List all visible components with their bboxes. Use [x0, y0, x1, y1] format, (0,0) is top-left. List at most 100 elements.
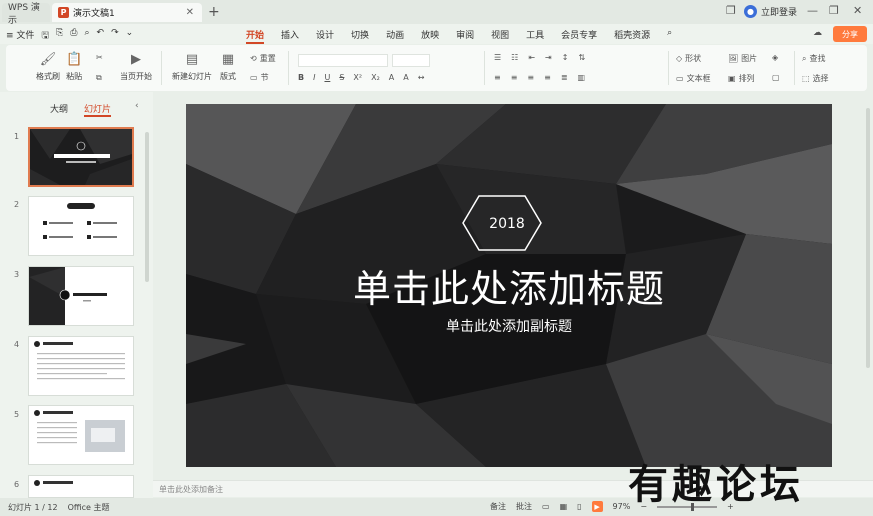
undo-icon[interactable]: ↶ — [97, 28, 105, 44]
format-painter-icon: 🖌 — [39, 52, 57, 67]
slide-thumb-1[interactable] — [28, 127, 134, 187]
strikethrough-icon[interactable]: S — [339, 73, 344, 82]
print-preview-icon[interactable]: ⌕ — [84, 28, 89, 44]
highlight-icon[interactable]: A — [403, 73, 408, 82]
format-painter-button[interactable]: 🖌 格式刷 — [36, 52, 60, 82]
file-menu[interactable]: ≡ 文件 — [6, 28, 34, 44]
superscript-icon[interactable]: X² — [353, 73, 362, 82]
tab-insert[interactable]: 插入 — [281, 28, 299, 44]
minimize-icon[interactable]: — — [807, 4, 818, 17]
font-size-select[interactable] — [392, 54, 430, 67]
increase-indent-icon[interactable]: ⇥ — [545, 53, 552, 62]
align-left-icon[interactable]: ≡ — [494, 73, 501, 82]
window-switch-icon[interactable]: ❐ — [726, 4, 736, 17]
outline-icon[interactable]: ▢ — [772, 73, 780, 82]
numbered-list-icon[interactable]: ☷ — [511, 53, 518, 62]
tab-member[interactable]: 会员专享 — [561, 28, 597, 44]
tab-tools[interactable]: 工具 — [526, 28, 544, 44]
find-button[interactable]: ⌕ 查找 — [802, 53, 825, 64]
slide-title-placeholder[interactable]: 单击此处添加标题 — [186, 258, 832, 313]
decrease-indent-icon[interactable]: ⇤ — [528, 53, 535, 62]
tab-animation[interactable]: 动画 — [386, 28, 404, 44]
align-center-icon[interactable]: ≡ — [511, 73, 518, 82]
normal-view-icon[interactable]: ▭ — [542, 502, 550, 511]
tab-design[interactable]: 设计 — [316, 28, 334, 44]
font-color-icon[interactable]: A — [389, 73, 394, 82]
layout-icon: ▦ — [221, 52, 235, 67]
bullet-list-icon[interactable]: ☰ — [494, 53, 501, 62]
slide-subtitle-placeholder[interactable]: 单击此处添加副标题 — [186, 316, 832, 336]
editor-scrollbar[interactable] — [866, 108, 870, 368]
close-window-icon[interactable]: ✕ — [853, 4, 862, 17]
thumb-number: 1 — [14, 132, 20, 141]
start-current-button[interactable]: ▶ 当页开始 — [120, 52, 152, 82]
fill-icon[interactable]: ◈ — [772, 53, 778, 62]
copy-icon[interactable]: ⧉ — [96, 73, 102, 83]
redo-icon[interactable]: ↷ — [111, 28, 119, 44]
section-icon: ▭ — [250, 73, 258, 82]
tab-outline[interactable]: 大纲 — [50, 102, 68, 117]
login-button[interactable]: ● 立即登录 — [744, 5, 797, 18]
ribbon-tabs: 开始 插入 设计 切换 动画 放映 审阅 视图 工具 会员专享 稻壳资源 ⌕ — [246, 28, 672, 44]
slide-thumb-4[interactable] — [28, 336, 134, 396]
tab-review[interactable]: 审阅 — [456, 28, 474, 44]
tab-view[interactable]: 视图 — [491, 28, 509, 44]
new-tab-icon[interactable]: + — [208, 4, 220, 20]
slide-thumb-3[interactable] — [28, 266, 134, 326]
notes-toggle[interactable]: 备注 — [490, 501, 506, 512]
line-spacing-icon[interactable]: ↕ — [562, 53, 569, 62]
bold-icon[interactable]: B — [298, 73, 304, 82]
columns-icon[interactable]: ▥ — [578, 73, 586, 82]
slide-sorter-icon[interactable]: ▦ — [560, 502, 568, 511]
tab-slideshow[interactable]: 放映 — [421, 28, 439, 44]
italic-icon[interactable]: I — [313, 73, 315, 82]
comments-toggle[interactable]: 批注 — [516, 501, 532, 512]
slide-thumb-2[interactable] — [28, 196, 134, 256]
select-button[interactable]: ⬚ 选择 — [802, 73, 829, 84]
save-icon[interactable]: 🖫 — [41, 28, 49, 44]
align-right-icon[interactable]: ≡ — [527, 73, 534, 82]
cloud-sync-icon[interactable]: ☁ — [813, 28, 822, 38]
layout-button[interactable]: ▦ 版式 — [220, 52, 236, 82]
subscript-icon[interactable]: X₂ — [371, 73, 380, 82]
slide-year[interactable]: 2018 — [476, 198, 538, 250]
print-icon[interactable]: ⎙ — [70, 28, 77, 44]
export-pdf-icon[interactable]: ⎘ — [56, 28, 63, 44]
share-button[interactable]: 分享 — [833, 26, 867, 42]
shapes-button[interactable]: ◇ 形状 — [676, 53, 701, 64]
search-icon[interactable]: ⌕ — [667, 28, 672, 44]
arrange-button[interactable]: ▣ 排列 — [728, 73, 755, 84]
slideshow-play-icon[interactable]: ▶ — [591, 501, 603, 512]
font-family-select[interactable] — [298, 54, 388, 67]
distribute-icon[interactable]: ≣ — [561, 73, 568, 82]
new-slide-button[interactable]: ▤ 新建幻灯片 — [172, 52, 212, 82]
tab-transitions[interactable]: 切换 — [351, 28, 369, 44]
slide-thumb-5[interactable] — [28, 405, 134, 465]
section-button[interactable]: ▭ 节 — [250, 72, 269, 83]
char-spacing-icon[interactable]: ↔ — [418, 73, 425, 82]
paste-button[interactable]: 📋 粘贴 — [66, 52, 82, 82]
reset-button[interactable]: ⟲ 重置 — [250, 53, 276, 64]
textbox-button[interactable]: ▭ 文本框 — [676, 73, 711, 84]
reading-view-icon[interactable]: ▯ — [577, 502, 581, 511]
tab-home[interactable]: 开始 — [246, 28, 265, 44]
tab-slides[interactable]: 幻灯片 — [84, 102, 112, 117]
tab-docer[interactable]: 稻壳资源 — [614, 28, 650, 44]
picture-button[interactable]: 🖼 图片 — [728, 53, 757, 64]
tab-wps-home[interactable]: WPS 演示 — [2, 3, 50, 26]
collapse-panel-icon[interactable]: ‹ — [135, 101, 139, 111]
tab-presentation[interactable]: P 演示文稿1 ✕ — [52, 3, 202, 22]
panel-scrollbar[interactable] — [145, 132, 149, 282]
slide-thumb-6[interactable] — [28, 475, 134, 498]
more-dropdown-icon[interactable]: ⌄ — [126, 28, 134, 44]
textbox-icon: ▭ — [676, 74, 684, 83]
cut-icon[interactable]: ✂ — [96, 53, 103, 62]
justify-icon[interactable]: ≡ — [544, 73, 551, 82]
shapes-icon: ◇ — [676, 54, 683, 63]
ribbon: 🖌 格式刷 📋 粘贴 ✂ ⧉ ▶ 当页开始 ▤ 新建幻灯片 ▦ 版式 ⟲ 重置 … — [6, 45, 867, 91]
theme-name[interactable]: Office 主题 — [68, 502, 110, 513]
maximize-icon[interactable]: ❐ — [829, 4, 839, 17]
close-tab-icon[interactable]: ✕ — [186, 7, 194, 18]
underline-icon[interactable]: U — [324, 73, 330, 82]
text-direction-icon[interactable]: ⇅ — [578, 53, 585, 62]
